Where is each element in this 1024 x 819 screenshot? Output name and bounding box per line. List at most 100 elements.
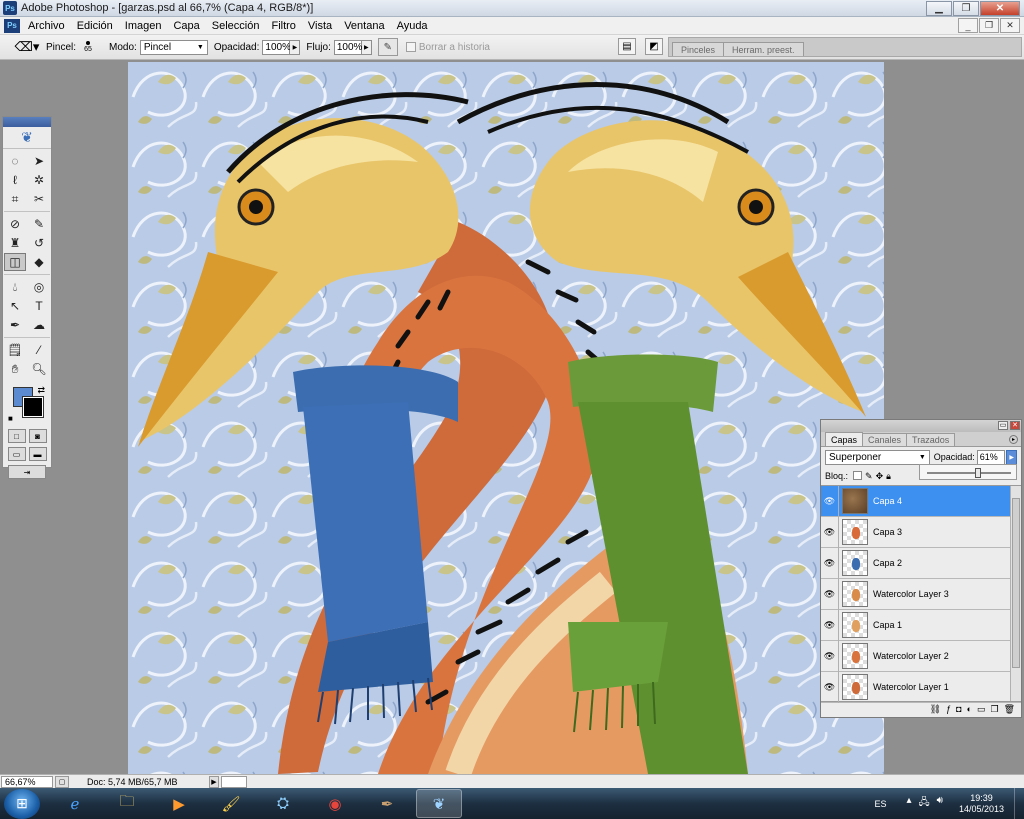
pen-icon[interactable]: ✒: [4, 316, 26, 334]
standard-mode-button[interactable]: □: [7, 429, 26, 443]
clock[interactable]: 19:39 14/05/2013: [959, 793, 1004, 815]
move-icon[interactable]: ➤: [28, 152, 50, 170]
screen-mode-full[interactable]: ▬: [28, 447, 47, 461]
menu-ventana[interactable]: Ventana: [338, 17, 390, 35]
visibility-eye-icon[interactable]: 👁︎: [821, 609, 839, 641]
layer-opacity-toggle[interactable]: ▶: [1006, 449, 1017, 465]
notes-icon[interactable]: 🗒︎: [4, 341, 26, 359]
internet-explorer-icon[interactable]: ℯ: [52, 789, 98, 818]
layer-row[interactable]: 👁︎ Watercolor Layer 1: [821, 671, 1021, 703]
palette-close-button[interactable]: ✕: [1010, 421, 1020, 430]
menu-seleccion[interactable]: Selección: [206, 17, 266, 35]
toggle-palettes-button[interactable]: ◩: [645, 38, 663, 55]
show-desktop-button[interactable]: [1014, 788, 1024, 819]
dodge-icon[interactable]: ◎: [28, 278, 50, 296]
quick-mask-button[interactable]: ◙: [28, 429, 47, 443]
layers-palette-titlebar[interactable]: ▭ ✕: [821, 420, 1021, 432]
maximize-button[interactable]: ❐: [953, 1, 979, 16]
adjustment-layer-icon[interactable]: ◐: [967, 704, 972, 714]
status-options-button[interactable]: ▢: [55, 775, 69, 788]
network-tray-icon[interactable]: 🖧︎: [918, 795, 929, 812]
status-scroll[interactable]: [221, 775, 247, 788]
custom-shape-icon[interactable]: ☁︎: [28, 316, 50, 334]
visibility-eye-icon[interactable]: 👁︎: [821, 547, 839, 579]
tab-trazados[interactable]: Trazados: [906, 433, 956, 446]
new-layer-icon[interactable]: ❐: [990, 704, 998, 715]
layer-row[interactable]: 👁︎ Capa 1: [821, 609, 1021, 641]
well-tab-herramientas[interactable]: Herram. preest.: [723, 42, 804, 56]
erase-to-history-checkbox[interactable]: [405, 42, 416, 52]
doc-minimize-button[interactable]: _: [958, 18, 978, 33]
show-hidden-icons-icon[interactable]: ▴: [906, 795, 911, 812]
status-menu-arrow[interactable]: ▶: [209, 775, 219, 788]
mode-select[interactable]: Pincel ▼: [139, 39, 208, 55]
document-canvas[interactable]: [128, 62, 884, 774]
zoom-input[interactable]: 66,67%: [1, 775, 53, 788]
menu-archivo[interactable]: Archivo: [22, 17, 71, 35]
photoshop-icon[interactable]: ❦: [416, 789, 462, 818]
menu-ayuda[interactable]: Ayuda: [391, 17, 434, 35]
path-selection-icon[interactable]: ↖: [4, 297, 26, 315]
crop-icon[interactable]: ⌗: [4, 190, 26, 208]
start-button[interactable]: ⊞: [4, 788, 40, 819]
close-button[interactable]: ✕: [980, 1, 1020, 16]
layer-row[interactable]: 👁︎ Watercolor Layer 3: [821, 578, 1021, 610]
doc-restore-button[interactable]: ❐: [979, 18, 999, 33]
brush-icon[interactable]: ✎: [28, 215, 50, 233]
magic-wand-icon[interactable]: ✲: [28, 171, 50, 189]
layer-row[interactable]: 👁︎ Watercolor Layer 2: [821, 640, 1021, 672]
brush-picker[interactable]: 65: [79, 36, 97, 58]
opacity-slider-track[interactable]: [927, 472, 1011, 474]
eyedropper-icon[interactable]: ⁄: [28, 341, 50, 359]
well-tab-pinceles[interactable]: Pinceles: [672, 42, 725, 56]
visibility-eye-icon[interactable]: 👁︎: [821, 485, 839, 517]
flow-input[interactable]: 100%: [333, 39, 362, 55]
menu-capa[interactable]: Capa: [167, 17, 205, 35]
pen-tablet-icon[interactable]: ✒: [364, 789, 410, 818]
feather-logo-icon[interactable]: ❦: [3, 127, 51, 149]
opacity-slider-toggle[interactable]: ▶: [290, 39, 301, 55]
lock-position-icon[interactable]: ✥: [876, 471, 884, 482]
painter-icon[interactable]: 🖌︎: [208, 789, 254, 818]
minimize-button[interactable]: ▁: [926, 1, 952, 16]
visibility-eye-icon[interactable]: 👁︎: [821, 516, 839, 548]
opacity-slider-handle[interactable]: [975, 468, 982, 478]
media-player-icon[interactable]: ▶: [156, 789, 202, 818]
hand-icon[interactable]: ✋︎: [4, 360, 26, 378]
lock-transparency-checkbox[interactable]: [853, 470, 863, 480]
default-colors-icon[interactable]: ■: [8, 414, 13, 423]
eraser-icon[interactable]: ◫: [4, 253, 26, 271]
palette-minimize-button[interactable]: ▭: [998, 421, 1008, 430]
layer-opacity-input[interactable]: 61%: [976, 449, 1006, 465]
palette-menu-icon[interactable]: ▸: [1009, 435, 1018, 444]
document-menu-icon[interactable]: Ps: [4, 18, 20, 33]
network-icon[interactable]: ⛭: [260, 789, 306, 818]
toolbox-grip[interactable]: [3, 117, 51, 127]
layer-style-icon[interactable]: ƒ: [946, 704, 951, 714]
visibility-eye-icon[interactable]: 👁︎: [821, 671, 839, 703]
doc-close-button[interactable]: ✕: [1000, 18, 1020, 33]
opacity-input[interactable]: 100%: [262, 39, 291, 55]
layer-row[interactable]: 👁︎ Capa 2: [821, 547, 1021, 579]
eraser-tool-preset-icon[interactable]: ⌫▾: [14, 37, 40, 57]
layer-row[interactable]: 👁︎ Capa 3: [821, 516, 1021, 548]
lock-all-icon[interactable]: 🔒︎: [886, 471, 891, 482]
tab-canales[interactable]: Canales: [862, 433, 908, 446]
new-group-icon[interactable]: ▭: [977, 704, 986, 715]
lock-paint-icon[interactable]: ✎: [865, 471, 873, 482]
menu-filtro[interactable]: Filtro: [265, 17, 301, 35]
airbrush-toggle[interactable]: ✎: [377, 38, 398, 56]
menu-vista[interactable]: Vista: [302, 17, 338, 35]
visibility-eye-icon[interactable]: 👁︎: [821, 640, 839, 672]
language-indicator[interactable]: ES: [874, 799, 886, 809]
history-brush-icon[interactable]: ↺: [28, 234, 50, 252]
menu-edicion[interactable]: Edición: [71, 17, 119, 35]
clone-stamp-icon[interactable]: ♜: [4, 234, 26, 252]
layer-row[interactable]: 👁︎ Capa 4: [821, 485, 1021, 517]
folder-icon[interactable]: 🗀︎: [104, 789, 150, 818]
marquee-icon[interactable]: ◌: [4, 152, 26, 170]
background-color[interactable]: [22, 396, 44, 418]
healing-brush-icon[interactable]: ⊘: [4, 215, 26, 233]
layer-list-scroll-thumb[interactable]: [1012, 498, 1020, 668]
flow-slider-toggle[interactable]: ▶: [361, 39, 372, 55]
